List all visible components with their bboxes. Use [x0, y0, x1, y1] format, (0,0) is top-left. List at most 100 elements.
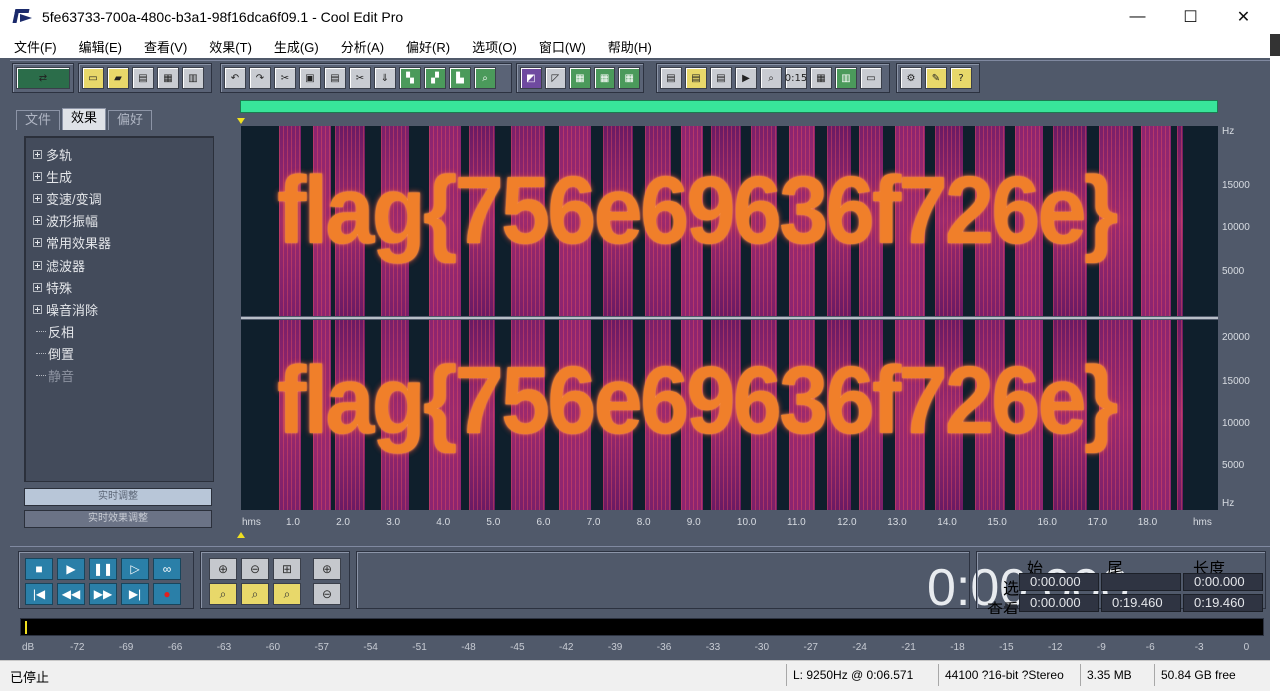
menu-favorites[interactable]: 偏好(R): [402, 35, 454, 58]
trim-icon[interactable]: ✂: [349, 67, 371, 89]
help-icon[interactable]: ?: [950, 67, 972, 89]
time-ruler[interactable]: hms 1.0 2.0 3.0 4.0 5.0 6.0 7.0 8.0 9.0 10.0 11.0 12…: [241, 514, 1218, 532]
fast-forward-icon[interactable]: ▶▶: [89, 583, 117, 605]
save-selection-icon[interactable]: ▥: [182, 67, 204, 89]
mix-paste-icon[interactable]: ⇓: [374, 67, 396, 89]
spectrogram-left-channel[interactable]: flag{756e69636f726e}: [241, 126, 1218, 316]
minimize-button[interactable]: —: [1111, 0, 1164, 34]
tree-item-generate[interactable]: 生成: [25, 165, 213, 187]
view-start-field[interactable]: 0:00.000: [1019, 594, 1099, 612]
tree-item-special[interactable]: 特殊: [25, 276, 213, 298]
cut-icon[interactable]: ✂: [274, 67, 296, 89]
undo-icon[interactable]: ↶: [224, 67, 246, 89]
tree-item-amplitude[interactable]: 波形振幅: [25, 210, 213, 232]
zoom-out-icon[interactable]: ⊖: [241, 558, 269, 580]
menu-window[interactable]: 窗口(W): [535, 35, 590, 58]
select-end-field[interactable]: [1101, 573, 1181, 591]
select-start-field[interactable]: 0:00.000: [1019, 573, 1099, 591]
tree-item-filters[interactable]: 滤波器: [25, 254, 213, 276]
expand-icon[interactable]: [33, 171, 42, 181]
spectral-4-icon[interactable]: ⌕: [474, 67, 496, 89]
settings-icon[interactable]: ⚙: [900, 67, 922, 89]
waveform-display[interactable]: flag{756e69636f726e} flag{756e69636f726e…: [236, 96, 1270, 544]
realtime-effects-button[interactable]: 实时效果调整: [24, 510, 212, 528]
expand-icon[interactable]: [33, 238, 42, 248]
play-to-end-icon[interactable]: ▷: [121, 558, 149, 580]
zoom-out-vertical-icon[interactable]: ⊖: [313, 583, 341, 605]
pause-icon[interactable]: ❚❚: [89, 558, 117, 580]
tree-item-noise-reduction[interactable]: 噪音消除: [25, 298, 213, 320]
tree-item-multitrack[interactable]: 多轨: [25, 143, 213, 165]
spectral-pan-icon[interactable]: ▦: [593, 67, 616, 89]
shortcuts-icon[interactable]: ✎: [925, 67, 947, 89]
view-length-field[interactable]: 0:19.460: [1183, 594, 1263, 612]
rewind-icon[interactable]: ◀◀: [57, 583, 85, 605]
tab-effects[interactable]: 效果: [62, 108, 107, 130]
menu-generate[interactable]: 生成(G): [270, 35, 323, 58]
zoom-right-icon[interactable]: ⌕: [241, 583, 269, 605]
expand-icon[interactable]: [33, 149, 42, 159]
zoom-in-vertical-icon[interactable]: ⊕: [313, 558, 341, 580]
multitrack-toggle-button[interactable]: ⇄: [16, 67, 70, 89]
tree-item-common-effects[interactable]: 常用效果器: [25, 232, 213, 254]
redo-icon[interactable]: ↷: [249, 67, 271, 89]
zoom-window-icon[interactable]: ⌕: [760, 67, 782, 89]
spectral-icon[interactable]: ▚: [399, 67, 421, 89]
spectrogram-right-channel[interactable]: flag{756e69636f726e}: [241, 320, 1218, 510]
open-file-icon[interactable]: ▰: [107, 67, 129, 89]
copy-icon[interactable]: ▣: [299, 67, 321, 89]
spectral-2-icon[interactable]: ▞: [424, 67, 446, 89]
tree-item-time-pitch[interactable]: 变速/变调: [25, 187, 213, 209]
close-button[interactable]: ✕: [1217, 0, 1270, 34]
waveform-view-icon[interactable]: ◩: [520, 67, 542, 89]
stop-icon[interactable]: ■: [25, 558, 53, 580]
expand-icon[interactable]: [33, 193, 42, 203]
tree-item-reverse[interactable]: 倒置: [25, 343, 213, 365]
save-all-icon[interactable]: ▦: [157, 67, 179, 89]
tree-item-silence[interactable]: 静音: [25, 365, 213, 387]
menu-file[interactable]: 文件(F): [10, 35, 61, 58]
tree-item-invert[interactable]: 反相: [25, 321, 213, 343]
spectral-view-icon[interactable]: ▦: [569, 67, 591, 89]
tab-favorites[interactable]: 偏好: [108, 110, 153, 130]
spectral-phase-icon[interactable]: ▦: [618, 67, 640, 89]
transport-window-icon[interactable]: ▦: [810, 67, 832, 89]
status-window-icon[interactable]: ▭: [860, 67, 882, 89]
pan-view-icon[interactable]: ◸: [544, 67, 567, 89]
levels-window-icon[interactable]: ▥: [835, 67, 857, 89]
tab-files[interactable]: 文件: [16, 110, 61, 130]
menu-options[interactable]: 选项(O): [468, 35, 521, 58]
go-to-start-icon[interactable]: |◀: [25, 583, 53, 605]
cue-list-icon[interactable]: ▤: [710, 67, 732, 89]
save-icon[interactable]: ▤: [132, 67, 154, 89]
new-file-icon[interactable]: ▭: [82, 67, 104, 89]
select-length-field[interactable]: 0:00.000: [1183, 573, 1263, 591]
time-window-icon[interactable]: 0:15: [785, 67, 807, 89]
view-end-field[interactable]: 0:19.460: [1101, 594, 1181, 612]
realtime-adjust-button[interactable]: 实时调整: [24, 488, 212, 506]
menu-edit[interactable]: 编辑(E): [75, 35, 126, 58]
zoom-left-icon[interactable]: ⌕: [209, 583, 237, 605]
maximize-button[interactable]: ☐: [1164, 0, 1217, 34]
overview-bar[interactable]: [240, 100, 1218, 113]
expand-icon[interactable]: [33, 260, 42, 270]
expand-icon[interactable]: [33, 282, 42, 292]
go-to-end-icon[interactable]: ▶|: [121, 583, 149, 605]
spectral-3-icon[interactable]: ▙: [449, 67, 471, 89]
zoom-selection-icon[interactable]: ⌕: [273, 583, 301, 605]
menu-help[interactable]: 帮助(H): [604, 35, 656, 58]
paste-icon[interactable]: ▤: [324, 67, 346, 89]
zoom-in-icon[interactable]: ⊕: [209, 558, 237, 580]
organizer-window-icon[interactable]: ▤: [660, 67, 682, 89]
menu-view[interactable]: 查看(V): [140, 35, 191, 58]
expand-icon[interactable]: [33, 216, 42, 226]
end-marker-icon[interactable]: [237, 532, 245, 538]
record-icon[interactable]: ●: [153, 583, 181, 605]
info-window-icon[interactable]: ▤: [685, 67, 707, 89]
start-marker-icon[interactable]: [237, 118, 245, 124]
menu-effects[interactable]: 效果(T): [205, 35, 256, 58]
play-list-icon[interactable]: ▶: [735, 67, 757, 89]
play-icon[interactable]: ▶: [57, 558, 85, 580]
zoom-full-icon[interactable]: ⊞: [273, 558, 301, 580]
expand-icon[interactable]: [33, 304, 42, 314]
